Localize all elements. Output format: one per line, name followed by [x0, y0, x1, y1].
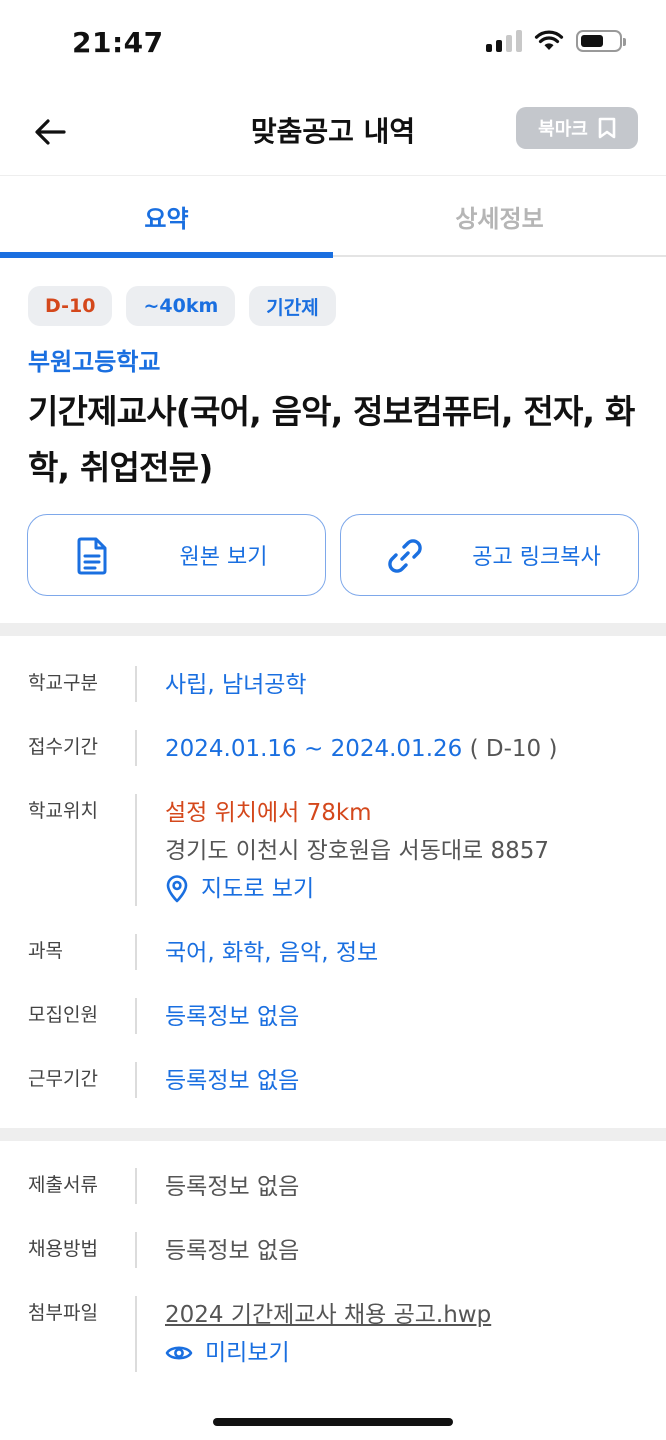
dday-chip: D-10: [28, 286, 113, 326]
bookmark-label: 북마크: [538, 119, 588, 140]
action-buttons: 원본 보기 공고 링크복사: [27, 514, 639, 596]
status-bar: 21:47: [0, 0, 666, 88]
method-value: 등록정보 없음: [165, 1238, 300, 1264]
wifi-icon: [534, 30, 564, 50]
period-value: 2024.01.16 ~ 2024.01.26 ( D-10 ): [165, 736, 558, 762]
status-time: 21:47: [72, 26, 164, 59]
posting-title: 기간제교사(국어, 음악, 정보컴퓨터, 전자, 화학, 취업전문): [28, 392, 635, 487]
distance-chip: ~40km: [126, 286, 236, 326]
bookmark-icon: [598, 117, 616, 139]
bookmark-button[interactable]: 북마크: [516, 107, 638, 149]
map-pin-icon: [166, 875, 188, 903]
tab-summary[interactable]: 요약: [0, 176, 333, 258]
battery-icon: [576, 30, 626, 52]
headcount-value: 등록정보 없음: [165, 1004, 300, 1030]
preview-link[interactable]: 미리보기: [165, 1334, 491, 1372]
cellular-signal-icon: [486, 30, 522, 52]
section-divider: [0, 1128, 666, 1141]
tag-chips: D-10 ~40km 기간제: [28, 286, 336, 326]
school-type-value: 사립, 남녀공학: [165, 672, 307, 698]
app-header: 맞춤공고 내역 북마크: [0, 88, 666, 176]
subject-value: 국어, 화학, 음악, 정보: [165, 940, 379, 966]
document-icon: [72, 536, 112, 576]
view-original-label: 원본 보기: [179, 545, 268, 570]
attachment-file-link[interactable]: 2024 기간제교사 채용 공고.hwp: [165, 1296, 491, 1334]
copy-link-button[interactable]: 공고 링크복사: [340, 514, 639, 596]
location-address: 경기도 이천시 장호원읍 서동대로 8857: [165, 838, 550, 864]
location-distance: 설정 위치에서 78km: [165, 800, 372, 826]
view-map-link[interactable]: 지도로 보기: [165, 870, 549, 908]
link-icon: [385, 536, 425, 576]
tab-bar: 요약 상세정보: [0, 176, 666, 258]
employment-type-chip: 기간제: [249, 286, 336, 326]
home-indicator[interactable]: [213, 1418, 453, 1426]
section-divider: [0, 623, 666, 636]
documents-value: 등록정보 없음: [165, 1174, 300, 1200]
period-dday: ( D-10 ): [469, 736, 558, 762]
view-original-button[interactable]: 원본 보기: [27, 514, 326, 596]
school-name: 부원고등학교: [28, 348, 161, 376]
eye-icon: [165, 1346, 193, 1360]
tab-details[interactable]: 상세정보: [333, 176, 666, 256]
copy-link-label: 공고 링크복사: [472, 545, 601, 570]
work-period-value: 등록정보 없음: [165, 1068, 300, 1094]
